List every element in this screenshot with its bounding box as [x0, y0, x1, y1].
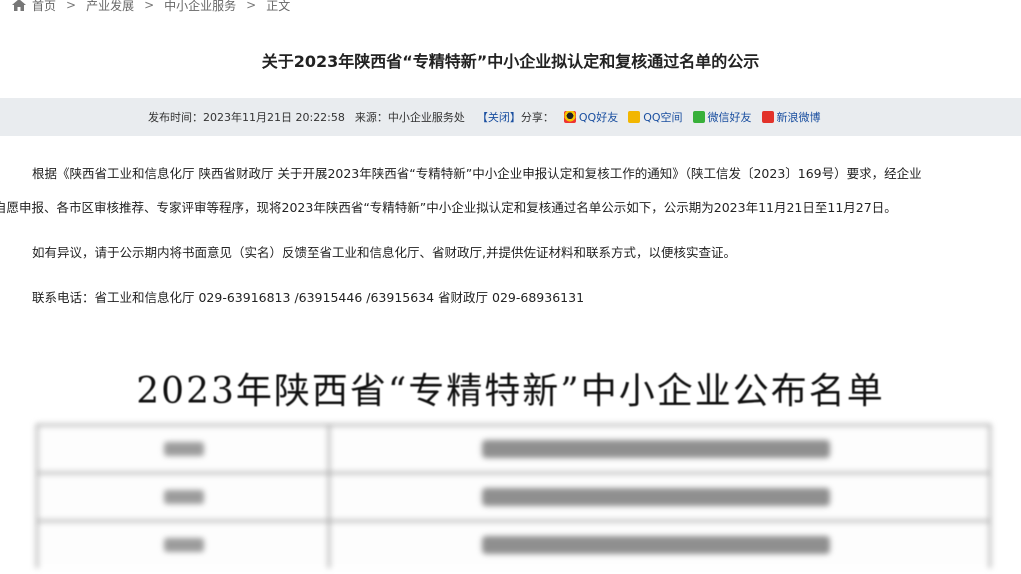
share-label: 分享： — [520, 111, 554, 124]
table-row — [36, 472, 991, 520]
home-icon — [12, 0, 26, 11]
table-row — [36, 520, 991, 568]
body-paragraph-1-line-1: 根据《陕西省工业和信息化厅 陕西省财政厅 关于开展2023年陕西省“专精特新”中… — [32, 166, 922, 181]
breadcrumb-separator: > — [144, 0, 155, 12]
breadcrumb-sme-service[interactable]: 中小企业服务 — [164, 0, 236, 14]
publish-time: 2023年11月21日 20:22:58 — [203, 111, 345, 124]
weibo-icon — [761, 111, 774, 123]
source-value: 中小企业服务处 — [387, 111, 465, 124]
qq-icon — [563, 111, 576, 123]
share-qq-button[interactable]: QQ好友 — [563, 109, 619, 125]
table-row — [36, 424, 991, 472]
share-qzone-button[interactable]: QQ空间 — [628, 109, 683, 125]
share-wechat-label: 微信好友 — [707, 111, 752, 124]
breadcrumb-home[interactable]: 首页 — [32, 0, 56, 14]
breadcrumb-industry[interactable]: 产业发展 — [86, 0, 134, 14]
article-meta-bar: 发布时间： 2023年11月21日 20:22:58 来源： 中小企业服务处 【… — [0, 98, 1021, 136]
source-label: 来源： — [354, 111, 388, 124]
article-page: 首页 > 产业发展 > 中小企业服务 > 正文 关于2023年陕西省“专精特新”… — [0, 0, 1021, 574]
breadcrumb-separator: > — [66, 0, 77, 12]
share-weibo-button[interactable]: 新浪微博 — [761, 109, 821, 125]
share-weibo-label: 新浪微博 — [776, 111, 821, 124]
share-qzone-label: QQ空间 — [643, 111, 683, 124]
body-paragraph-1-line-2: 自愿申报、各市区审核推荐、专家评审等程序，现将2023年陕西省“专精特新”中小企… — [0, 200, 897, 215]
announcement-image: 2023年陕西省“专精特新”中小企业公布名单 — [0, 340, 1021, 574]
close-link[interactable]: 【关闭】 — [477, 109, 521, 125]
body-paragraph-2: 如有异议，请于公示期内将书面意见（实名）反馈至省工业和信息化厅、省财政厅,并提供… — [32, 245, 736, 260]
blurred-list-table — [36, 424, 991, 574]
breadcrumb-separator: > — [246, 0, 257, 12]
share-wechat-button[interactable]: 微信好友 — [692, 109, 752, 125]
wechat-icon — [692, 111, 705, 123]
share-qq-label: QQ好友 — [578, 111, 619, 124]
contact-phone-line: 联系电话：省工业和信息化厅 029-63916813 /63915446 /63… — [32, 290, 585, 305]
breadcrumb: 首页 > 产业发展 > 中小企业服务 > 正文 — [12, 0, 290, 14]
qzone-icon — [628, 111, 641, 123]
breadcrumb-current: 正文 — [266, 0, 291, 13]
page-title: 关于2023年陕西省“专精特新”中小企业拟认定和复核通过名单的公示 — [261, 52, 760, 71]
announcement-heading: 2023年陕西省“专精特新”中小企业公布名单 — [136, 371, 885, 412]
publish-time-label: 发布时间： — [148, 111, 203, 124]
